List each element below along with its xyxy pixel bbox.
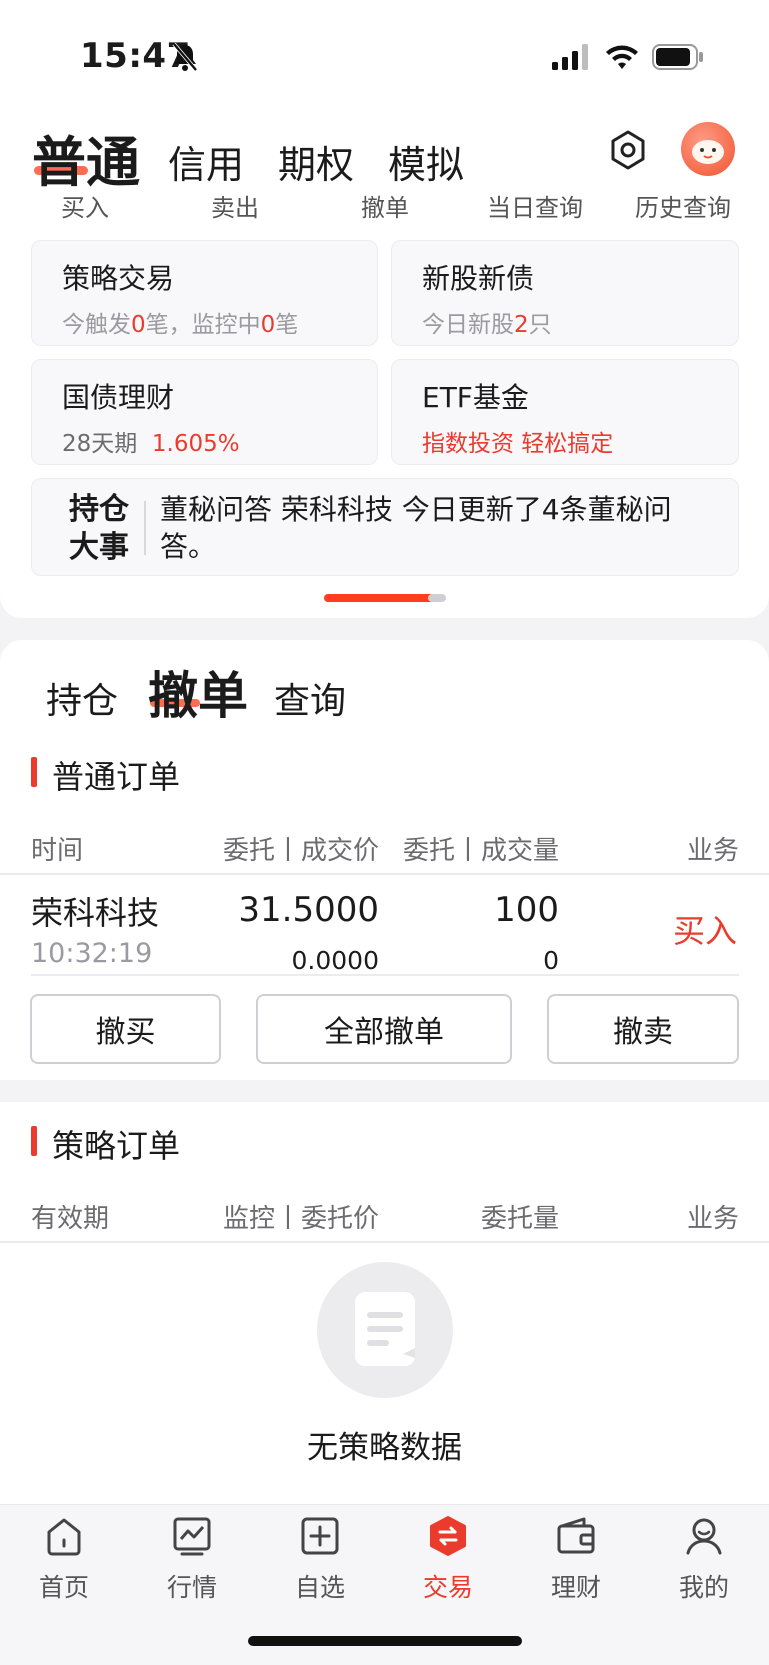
section-marker — [31, 1126, 37, 1156]
column-header: 监控丨委托价 — [222, 1204, 379, 1234]
chart-icon — [173, 1517, 211, 1556]
action-today-query[interactable]: 当日查询 — [460, 188, 610, 223]
divider — [0, 873, 769, 875]
column-header: 委托丨成交价 — [222, 836, 379, 866]
nav-label: 理财 — [550, 1573, 601, 1602]
tab-credit[interactable]: 信用 — [168, 134, 244, 189]
news-tag: 持仓 大事 — [69, 492, 129, 565]
column-header: 业务 — [686, 836, 739, 866]
holdings-news-banner[interactable]: 持仓 大事 董秘问答 荣科科技 今日更新了4条董秘问答。 — [31, 478, 739, 576]
tile-new-stocks-bonds[interactable]: 新股新债 今日新股2只 — [391, 240, 739, 346]
column-header: 委托丨成交量 — [402, 836, 559, 866]
tile-title: ETF基金 — [422, 381, 529, 414]
trade-icon — [430, 1516, 466, 1556]
carousel-indicator-active — [324, 594, 440, 602]
nav-mine[interactable]: 我的 — [649, 1514, 759, 1604]
section-marker — [31, 757, 37, 787]
deal-quantity: 0 — [543, 946, 559, 975]
nav-label: 自选 — [294, 1573, 345, 1602]
divider — [144, 501, 146, 555]
nav-label: 交易 — [422, 1573, 473, 1602]
tile-subtitle: 今日新股2只 — [422, 312, 552, 338]
nav-label: 我的 — [678, 1573, 729, 1602]
action-history-query[interactable]: 历史查询 — [608, 188, 758, 223]
nav-label: 行情 — [166, 1573, 217, 1602]
deal-price: 0.0000 — [291, 946, 379, 975]
action-sell[interactable]: 卖出 — [160, 188, 310, 223]
tile-strategy-trading[interactable]: 策略交易 今触发0笔，监控中0笔 — [31, 240, 378, 346]
mascot-icon — [692, 140, 724, 164]
order-time: 10:32:19 — [31, 938, 153, 969]
settings-icon[interactable] — [606, 128, 650, 172]
cancel-all-button[interactable]: 全部撤单 — [256, 994, 512, 1064]
avatar[interactable] — [681, 122, 735, 176]
divider — [0, 1241, 769, 1243]
column-header: 时间 — [31, 836, 84, 866]
cancel-sell-button[interactable]: 撤卖 — [547, 994, 739, 1064]
tab-positions[interactable]: 持仓 — [46, 672, 118, 724]
profile-icon — [686, 1518, 722, 1555]
wallet-icon — [557, 1517, 595, 1554]
add-box-icon — [301, 1517, 339, 1555]
column-header: 委托量 — [480, 1204, 559, 1234]
tile-subtitle: 28天期 1.605% — [62, 431, 240, 457]
bell-muted-icon — [172, 42, 198, 72]
empty-state-illustration — [317, 1262, 453, 1398]
tile-title: 策略交易 — [62, 262, 175, 295]
nav-market[interactable]: 行情 — [137, 1514, 247, 1604]
tile-title: 国债理财 — [62, 381, 175, 414]
wifi-icon — [606, 45, 638, 69]
nav-finance[interactable]: 理财 — [521, 1514, 631, 1604]
column-header: 业务 — [686, 1204, 739, 1234]
order-price: 31.5000 — [238, 890, 379, 930]
carousel-indicator — [428, 594, 446, 602]
tile-treasury-bond[interactable]: 国债理财 28天期 1.605% — [31, 359, 378, 465]
column-header: 有效期 — [31, 1204, 110, 1234]
nav-trade[interactable]: 交易 — [393, 1514, 503, 1604]
order-quantity: 100 — [494, 890, 559, 930]
tab-normal[interactable]: 普通 — [32, 118, 140, 197]
section-title-normal-orders: 普通订单 — [52, 758, 181, 796]
tile-subtitle: 今触发0笔，监控中0笔 — [62, 312, 299, 338]
nav-watchlist[interactable]: 自选 — [265, 1514, 375, 1604]
nav-label: 首页 — [38, 1573, 89, 1602]
news-text: 董秘问答 荣科科技 今日更新了4条董秘问答。 — [160, 493, 672, 563]
battery-icon — [652, 44, 703, 70]
action-buy[interactable]: 买入 — [10, 188, 160, 223]
home-icon — [47, 1518, 81, 1556]
empty-state-text: 无策略数据 — [307, 1430, 462, 1466]
cancel-buy-button[interactable]: 撤买 — [30, 994, 221, 1064]
tile-etf-fund[interactable]: ETF基金 指数投资 轻松搞定 — [391, 359, 739, 465]
tab-options[interactable]: 期权 — [278, 134, 354, 189]
tab-simulation[interactable]: 模拟 — [388, 134, 464, 189]
tile-title: 新股新债 — [422, 262, 535, 295]
divider — [31, 974, 739, 976]
tab-query[interactable]: 查询 — [274, 672, 346, 724]
tile-subtitle: 指数投资 轻松搞定 — [422, 431, 614, 457]
tab-cancel-orders[interactable]: 撤单 — [148, 656, 248, 728]
order-stock-name[interactable]: 荣科科技 — [31, 888, 159, 934]
action-cancel[interactable]: 撤单 — [310, 188, 460, 223]
cellular-signal-icon — [552, 44, 588, 70]
order-business-type: 买入 — [672, 912, 737, 950]
nav-home[interactable]: 首页 — [9, 1514, 119, 1604]
document-icon — [355, 1292, 415, 1366]
home-indicator — [248, 1636, 522, 1646]
section-title-strategy-orders: 策略订单 — [52, 1127, 181, 1165]
